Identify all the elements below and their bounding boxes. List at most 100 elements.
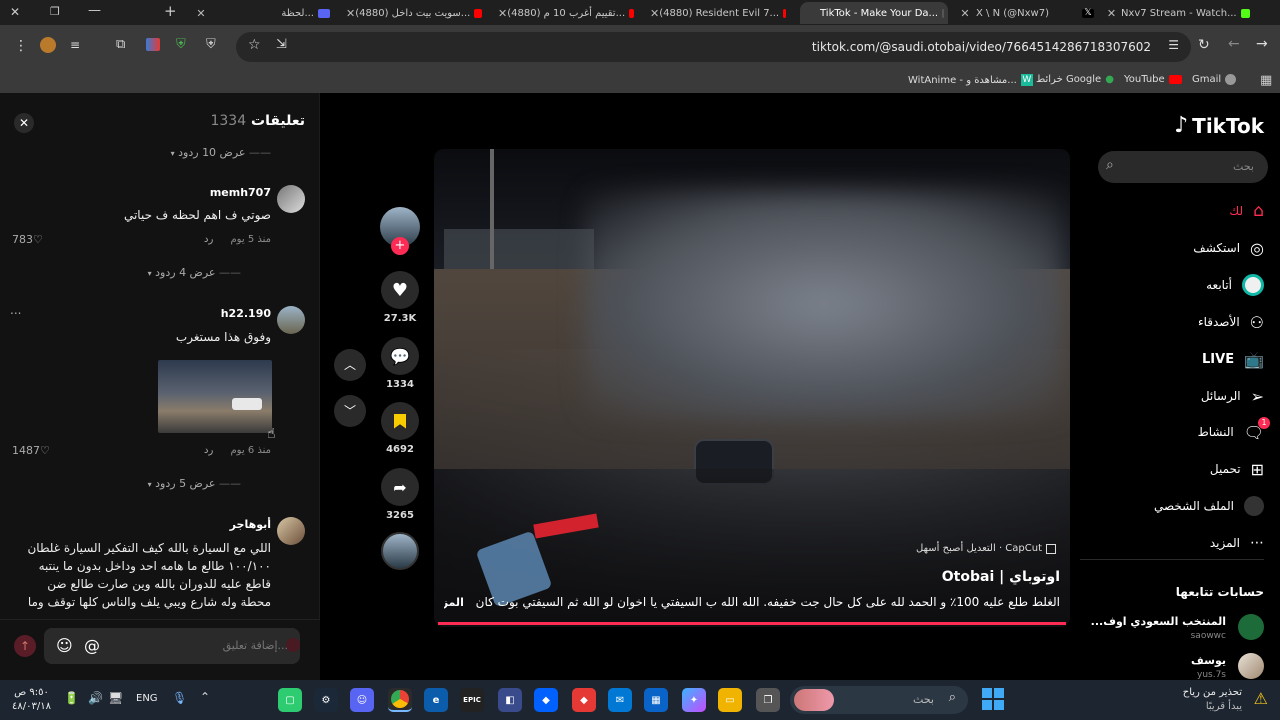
tab-close-icon[interactable]: ✕ xyxy=(650,7,659,20)
taskbar-app-icon[interactable]: ◧ xyxy=(498,688,522,712)
media-controls-icon[interactable]: ≡ xyxy=(70,38,80,52)
window-minimize-icon[interactable]: — xyxy=(88,3,101,18)
taskbar-app-icon[interactable]: ◆ xyxy=(572,688,596,712)
network-icon[interactable]: 🖥 xyxy=(108,691,123,705)
post-icon[interactable] xyxy=(286,638,300,652)
comment-input[interactable]: ☺ @ إضافة تعليق... xyxy=(44,628,300,664)
start-button[interactable] xyxy=(982,688,1004,710)
browser-tab[interactable]: ✕ X \ N (@Nxw7) 𝕏 xyxy=(958,2,1098,24)
browser-tab[interactable]: ✕ (4880) تقييم أغرب 10 م... xyxy=(498,2,638,24)
nav-explore[interactable]: ◎ استكشف xyxy=(1193,233,1264,263)
comment-username[interactable]: memh707 xyxy=(210,186,271,199)
url-text[interactable]: tiktok.com/@saudi.otobai/video/766451428… xyxy=(812,40,1151,54)
comment-options-button[interactable]: ... xyxy=(10,303,21,317)
emoji-icon[interactable]: ☺ xyxy=(56,636,73,655)
following-account-name[interactable]: يوسف xyxy=(1191,654,1226,667)
store-icon[interactable]: ▦ xyxy=(644,688,668,712)
window-close-icon[interactable]: ✕ xyxy=(10,5,20,19)
author-avatar-button[interactable]: + xyxy=(380,207,420,255)
install-app-icon[interactable]: ⇲ xyxy=(276,37,287,52)
following-account-name[interactable]: المنتخب السعودي اوف... xyxy=(1091,615,1226,628)
address-bar[interactable]: ☆ ⇲ tiktok.com/@saudi.otobai/video/76645… xyxy=(236,32,1191,62)
nav-messages[interactable]: ➢ الرسائل xyxy=(1201,381,1264,411)
avatar[interactable] xyxy=(277,306,305,334)
weather-widget[interactable]: تحذير من رياح يبدأ قريبًا xyxy=(1183,686,1242,714)
menu-kebab-icon[interactable]: ⋮ xyxy=(14,38,28,54)
window-restore-icon[interactable]: ❐ xyxy=(50,5,60,18)
battery-icon[interactable]: 🔋 xyxy=(64,691,79,705)
bookmark-youtube[interactable]: YouTube xyxy=(1124,74,1182,85)
mention-button[interactable]: @ xyxy=(84,636,100,655)
chevron-up-icon[interactable]: ⌃ xyxy=(200,690,210,704)
site-settings-icon[interactable]: ☰ xyxy=(1168,38,1179,52)
steam-icon[interactable]: ⚙ xyxy=(314,688,338,712)
comment-like-button[interactable]: 783♡ xyxy=(12,233,43,246)
all-bookmarks-icon[interactable]: ▦ xyxy=(1260,73,1272,88)
nav-live[interactable]: 📺 LIVE xyxy=(1202,344,1264,374)
comment-username[interactable]: h22.190 xyxy=(221,307,271,320)
avatar[interactable] xyxy=(1238,653,1264,679)
avatar[interactable] xyxy=(1238,614,1264,640)
comment-like-button[interactable]: 1487♡ xyxy=(12,444,50,457)
tab-close-icon[interactable]: ✕ xyxy=(194,7,208,20)
video-progress-bar[interactable] xyxy=(438,622,1066,625)
volume-icon[interactable]: 🔊 xyxy=(88,691,103,705)
nav-for-you[interactable]: ⌂ لك xyxy=(1229,196,1264,226)
bookmark-google-maps[interactable]: خرائط Google ● xyxy=(1036,74,1114,85)
avatar[interactable] xyxy=(277,185,305,213)
language-indicator[interactable]: ENG xyxy=(136,693,158,704)
shield-extension-icon[interactable]: ⛨ xyxy=(176,37,186,52)
view-replies-toggle[interactable]: —— عرض 4 ردود ▾ xyxy=(148,266,241,279)
microphone-icon[interactable]: 🎙 xyxy=(172,691,187,705)
close-comments-button[interactable]: ✕ xyxy=(14,113,34,133)
taskbar-app-icon[interactable]: ▢ xyxy=(278,688,302,712)
tab-close-icon[interactable]: ✕ xyxy=(346,7,355,20)
search-icon[interactable]: ⌕ xyxy=(1106,157,1114,173)
search-box[interactable]: ⌕ بحث xyxy=(1098,151,1268,183)
share-button[interactable]: ➦ 3265 xyxy=(380,468,420,521)
comment-image-thumbnail[interactable] xyxy=(158,360,272,433)
video-player[interactable]: CapCut · التعديل أصبح أسهل Otobai | اوتو… xyxy=(434,149,1070,627)
previous-video-button[interactable]: ︿ xyxy=(334,349,366,381)
nav-profile[interactable]: الملف الشخصي xyxy=(1154,491,1264,521)
browser-tab[interactable]: ✕ (4880) Resident Evil 7... xyxy=(650,2,790,24)
browser-tab[interactable]: ✕ Nxv7 Stream - Watch... xyxy=(1106,2,1254,24)
new-tab-icon[interactable]: + xyxy=(164,2,177,20)
like-button[interactable]: ♥ 27.3K xyxy=(380,271,420,324)
next-video-button[interactable]: ﹀ xyxy=(334,395,366,427)
shield-icon[interactable]: ⛨ xyxy=(206,37,216,52)
clock[interactable]: ٩:٥٠ ص ٤٨/٠٣/١٨ xyxy=(12,686,51,714)
browser-tab[interactable]: ✕ لحظة... xyxy=(194,2,334,24)
comment-button[interactable]: 💬 1334 xyxy=(380,337,420,390)
star-bookmark-icon[interactable]: ☆ xyxy=(248,37,261,53)
music-disc-icon[interactable] xyxy=(381,532,419,570)
reply-link[interactable]: رد xyxy=(204,445,213,456)
discord-icon[interactable]: ☺ xyxy=(350,688,374,712)
caption-more-link[interactable]: المزيد xyxy=(444,596,464,609)
tab-close-icon[interactable]: ✕ xyxy=(498,7,507,20)
nav-following[interactable]: أتابعه xyxy=(1206,270,1264,300)
tab-close-icon[interactable]: ✕ xyxy=(1106,7,1117,20)
bookmark-gmail[interactable]: Gmail xyxy=(1192,74,1237,85)
follow-plus-icon[interactable]: + xyxy=(391,237,409,255)
capcut-badge[interactable]: CapCut · التعديل أصبح أسهل xyxy=(916,543,1056,554)
nav-activity[interactable]: 🗨 1 النشاط xyxy=(1198,416,1270,447)
bookmark-witanime[interactable]: WitAnime - مشاهدة و... W xyxy=(908,74,1033,86)
nav-friends[interactable]: ⚇ الأصدقاء xyxy=(1198,307,1264,337)
copilot-icon[interactable]: ✦ xyxy=(682,688,706,712)
reload-icon[interactable]: ↻ xyxy=(1198,37,1210,53)
view-replies-toggle[interactable]: —— عرض 10 ردود ▾ xyxy=(171,146,271,159)
save-button[interactable]: 4692 xyxy=(380,402,420,455)
profile-avatar-icon[interactable] xyxy=(40,37,56,53)
post-comment-button[interactable]: ↑ xyxy=(14,635,36,657)
file-explorer-icon[interactable]: ▭ xyxy=(718,688,742,712)
browser-tab[interactable]: ✕ (4880) سويت بيت داخل... xyxy=(346,2,486,24)
chrome-icon[interactable] xyxy=(388,688,412,712)
comment-username[interactable]: أبوهاجر xyxy=(230,518,271,531)
avatar[interactable] xyxy=(277,517,305,545)
reply-link[interactable]: رد xyxy=(204,234,213,245)
forward-icon[interactable]: ← xyxy=(1228,36,1240,52)
extension-icon[interactable] xyxy=(146,38,160,51)
extensions-icon[interactable]: ⧉ xyxy=(116,37,125,52)
tiktok-logo[interactable]: ♪ TikTok xyxy=(1174,113,1264,138)
